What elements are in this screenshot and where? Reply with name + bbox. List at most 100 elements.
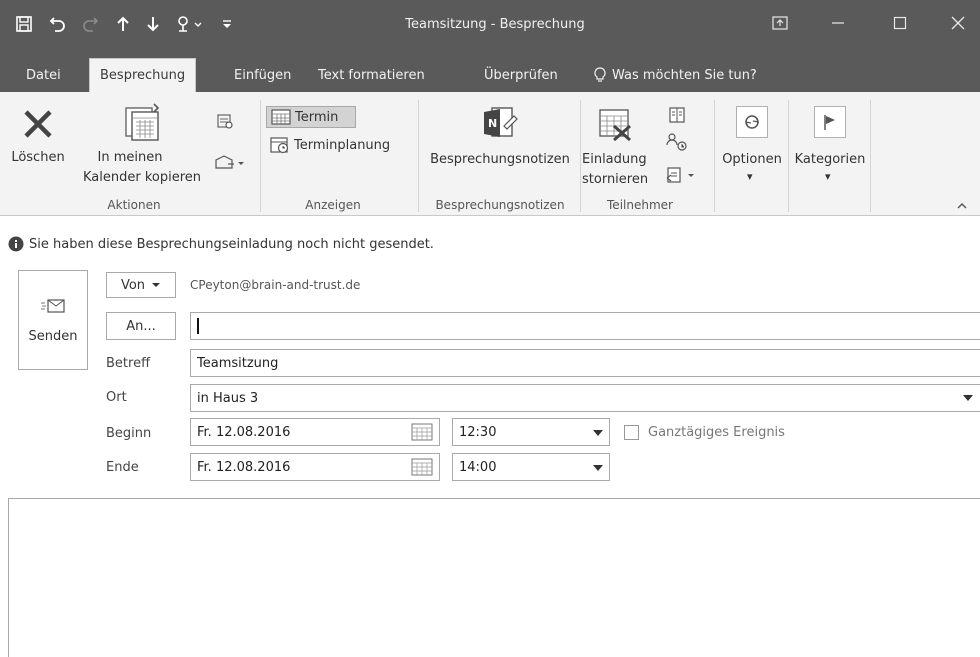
from-button[interactable]: Von (106, 272, 176, 298)
termin-label: Termin (295, 109, 339, 125)
group-teilnehmer-label: Teilnehmer (607, 198, 673, 212)
tab-ueberpruefen[interactable]: Überprüfen (484, 58, 558, 92)
flag-icon (814, 106, 846, 138)
optionen-button[interactable]: Optionen ▾ (716, 100, 788, 192)
undo-icon[interactable] (44, 12, 72, 36)
send-envelope-icon (41, 298, 65, 313)
tab-datei[interactable]: Datei (26, 58, 61, 92)
terminplanung-label: Terminplanung (294, 137, 391, 153)
chevron-down-icon (152, 283, 161, 287)
location-value: in Haus 3 (197, 390, 259, 406)
end-time-dropdown-icon[interactable] (592, 464, 604, 472)
collapse-ribbon-icon[interactable] (956, 196, 968, 215)
betreff-label: Betreff (106, 356, 151, 371)
group-separator (870, 100, 871, 212)
beginn-label: Beginn (106, 426, 152, 441)
info-bar: Sie haben diese Besprechungseinladung no… (8, 234, 434, 254)
ende-label: Ende (106, 460, 139, 475)
kalender-kopieren-label: Kalender kopieren (82, 170, 201, 185)
group-separator (260, 100, 261, 212)
all-day-checkbox[interactable] (624, 425, 639, 440)
start-date-value: Fr. 12.08.2016 (197, 424, 291, 440)
kategorien-dropdown-icon: ▾ (825, 170, 831, 183)
end-date-value: Fr. 12.08.2016 (197, 459, 291, 475)
end-date-input[interactable]: Fr. 12.08.2016 (190, 453, 440, 481)
svg-text:N: N (488, 117, 497, 130)
optionen-dropdown-icon: ▾ (747, 170, 753, 183)
location-input[interactable]: in Haus 3 (190, 384, 980, 412)
ort-label: Ort (106, 390, 127, 405)
start-date-input[interactable]: Fr. 12.08.2016 (190, 418, 440, 446)
onenote-icon: N (484, 107, 518, 137)
group-separator (580, 100, 581, 212)
check-names-icon[interactable] (666, 132, 688, 156)
info-text: Sie haben diese Besprechungseinladung no… (29, 236, 434, 252)
address-book-icon[interactable] (668, 106, 686, 128)
optionen-label: Optionen (722, 152, 782, 167)
minimize-icon[interactable] (818, 8, 858, 38)
to-input[interactable] (190, 312, 980, 340)
tab-besprechung[interactable]: Besprechung (89, 58, 197, 92)
redo-icon[interactable] (76, 12, 104, 36)
tell-me-label: Was möchten Sie tun? (612, 67, 757, 83)
to-button[interactable]: An... (106, 312, 176, 340)
response-options-icon[interactable] (666, 166, 698, 188)
termin-button[interactable]: Termin (266, 106, 356, 128)
group-anzeigen-label: Anzeigen (305, 198, 361, 212)
end-time-value: 14:00 (459, 459, 497, 475)
group-aktionen-label: Aktionen (107, 198, 161, 212)
forward-icon[interactable] (214, 154, 244, 176)
copy-to-calendar-button[interactable]: In meinen Kalender kopieren (78, 100, 206, 196)
start-time-input[interactable]: 12:30 (452, 418, 610, 446)
customize-qat-icon[interactable] (216, 12, 238, 36)
maximize-icon[interactable] (880, 8, 920, 38)
kategorien-button[interactable]: Kategorien ▾ (790, 100, 870, 192)
message-body-editor[interactable] (8, 498, 980, 657)
location-dropdown-icon[interactable] (962, 394, 974, 402)
appointment-icon (271, 109, 291, 125)
group-besprechungsnotizen-label: Besprechungsnotizen (435, 198, 565, 212)
in-meinen-label: In meinen (97, 150, 163, 165)
group-separator (714, 100, 715, 212)
calendar-picker-icon[interactable] (410, 423, 434, 441)
besprechungsnotizen-button[interactable]: N Besprechungsnotizen (422, 100, 578, 180)
touch-mode-icon[interactable] (170, 12, 210, 36)
forward-as-icon[interactable] (216, 112, 234, 134)
ribbon-display-options-icon[interactable] (760, 8, 800, 38)
group-separator (418, 100, 419, 212)
recurrence-icon (736, 106, 768, 138)
einladung-stornieren-button[interactable]: Einladung stornieren (582, 100, 662, 192)
send-label: Senden (28, 328, 78, 344)
terminplanung-button[interactable]: Terminplanung (270, 134, 390, 156)
loeschen-label: Löschen (11, 150, 65, 165)
arrow-up-icon[interactable] (110, 12, 136, 36)
outlook-meeting-window: Teamsitzung - Besprechung Datei Besprech… (0, 0, 980, 657)
close-icon[interactable] (938, 8, 978, 38)
save-icon[interactable] (10, 12, 38, 36)
von-label: Von (120, 277, 146, 293)
scheduling-icon (270, 137, 289, 154)
subject-input[interactable]: Teamsitzung (190, 349, 980, 377)
tab-text-formatieren[interactable]: Text formatieren (318, 58, 425, 92)
end-time-input[interactable]: 14:00 (452, 453, 610, 481)
start-time-dropdown-icon[interactable] (592, 429, 604, 437)
lightbulb-icon (594, 67, 606, 82)
from-address: CPeyton@brain-and-trust.de (190, 278, 361, 292)
einladung-label: Einladung (582, 152, 647, 167)
window-title: Teamsitzung - Besprechung (405, 17, 585, 32)
kategorien-label: Kategorien (794, 152, 866, 167)
cancel-invitation-icon (599, 109, 631, 142)
stornieren-label: stornieren (582, 172, 649, 187)
loeschen-button[interactable]: Löschen (0, 100, 76, 180)
info-icon (8, 236, 24, 252)
start-time-value: 12:30 (459, 424, 497, 440)
tell-me-search[interactable]: Was möchten Sie tun? (594, 58, 757, 92)
group-separator (788, 100, 789, 212)
send-button[interactable]: Senden (18, 270, 88, 370)
delete-x-icon (24, 110, 52, 138)
arrow-down-icon[interactable] (140, 12, 166, 36)
besprechungsnotizen-label: Besprechungsnotizen (430, 152, 570, 167)
all-day-label: Ganztägiges Ereignis (648, 425, 785, 440)
calendar-picker-icon[interactable] (410, 458, 434, 476)
tab-einfuegen[interactable]: Einfügen (234, 58, 291, 92)
